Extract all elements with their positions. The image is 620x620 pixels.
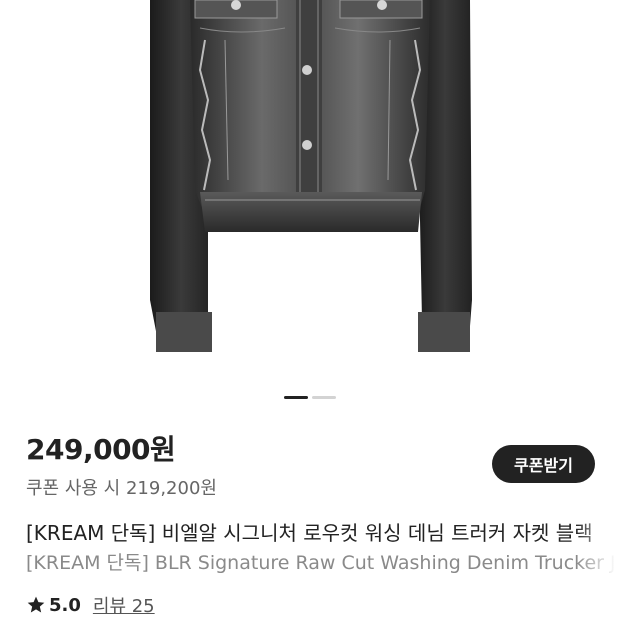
review-link[interactable]: 리뷰 25 bbox=[93, 592, 155, 618]
get-coupon-button[interactable]: 쿠폰받기 bbox=[492, 445, 595, 483]
product-image[interactable] bbox=[0, 0, 620, 380]
star-icon bbox=[27, 596, 45, 613]
product-title-ko: [KREAM 단독] 비엘알 시그니처 로우컷 워싱 데님 트러커 자켓 블랙 bbox=[26, 517, 616, 546]
carousel-dot-active[interactable] bbox=[284, 396, 308, 399]
jacket-image bbox=[150, 0, 472, 352]
carousel-indicator bbox=[0, 396, 620, 400]
rating-value: 5.0 bbox=[49, 594, 81, 616]
rating-row: 5.0 리뷰 25 bbox=[26, 592, 155, 618]
product-price: 249,000원 bbox=[26, 433, 176, 466]
carousel-dot[interactable] bbox=[312, 396, 336, 399]
coupon-price: 쿠폰 사용 시 219,200원 bbox=[26, 478, 217, 499]
product-title-en: [KREAM 단독] BLR Signature Raw Cut Washing… bbox=[26, 548, 616, 575]
